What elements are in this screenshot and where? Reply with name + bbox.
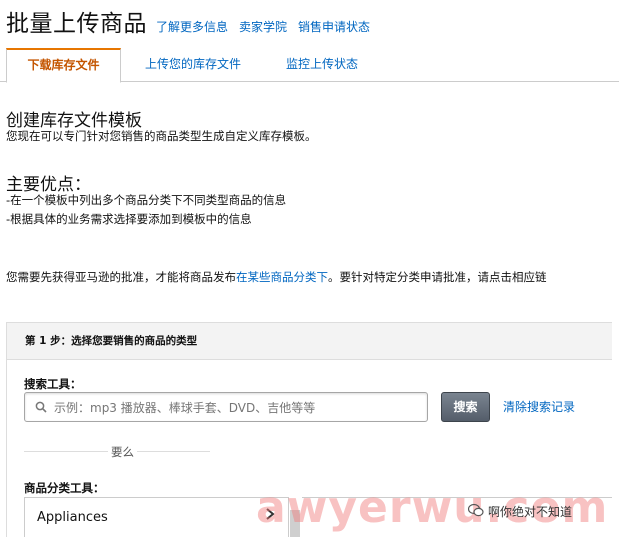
tab-bar: 下载库存文件 上传您的库存文件 监控上传状态 [0,48,619,83]
tab-monitor-upload-status[interactable]: 监控上传状态 [270,48,374,82]
category-list: Appliances [24,497,289,537]
search-icon [35,398,47,417]
page-header: 批量上传商品 了解更多信息 卖家学院 销售申请状态 [6,4,370,38]
approval-notice: 您需要先获得亚马逊的批准，才能将商品发布在某些商品分类下。要针对特定分类申请批准… [6,269,619,285]
wechat-watermark: 啊你绝对不知道 [467,503,573,520]
wechat-account-name: 啊你绝对不知道 [488,505,573,519]
or-separator: 要么 [108,444,137,460]
category-item-appliances[interactable]: Appliances [37,510,108,525]
approval-notice-text: 您需要先获得亚马逊的批准，才能将商品发布 [6,270,236,284]
page-title: 批量上传商品 [6,11,147,37]
learn-more-link[interactable]: 了解更多信息 [156,18,228,35]
search-tool-label: 搜索工具： [24,377,82,391]
selling-application-status-link[interactable]: 销售申请状态 [298,18,370,35]
tab-upload-inventory-file[interactable]: 上传您的库存文件 [128,48,258,82]
search-placeholder: 示例：mp3 播放器、棒球手套、DVD、吉他等等 [54,400,316,415]
step1-title: 第 1 步：选择您要销售的商品的类型 [7,323,612,360]
clear-search-link[interactable]: 清除搜索记录 [503,398,575,415]
template-section-description: 您现在可以专门针对您销售的商品类型生成自定义库存模板。 [6,129,317,143]
category-tool-label: 商品分类工具： [24,481,105,495]
wechat-icon [467,503,484,520]
product-type-search-input[interactable]: 示例：mp3 播放器、棒球手套、DVD、吉他等等 [24,392,428,422]
seller-university-link[interactable]: 卖家学院 [239,18,287,35]
tab-download-inventory-file[interactable]: 下载库存文件 [6,48,121,83]
search-button[interactable]: 搜索 [441,392,490,422]
header-links: 了解更多信息 卖家学院 销售申请状态 [156,18,370,35]
certain-categories-link[interactable]: 在某些商品分类下 [236,270,328,284]
advantage-point: -在一个模板中列出多个商品分类下不同类型商品的信息 [6,193,287,207]
advantage-point: -根据具体的业务需求选择要添加到模板中的信息 [6,212,252,226]
approval-notice-text-end: 。要针对特定分类申请批准，请点击相应链 [328,270,547,284]
